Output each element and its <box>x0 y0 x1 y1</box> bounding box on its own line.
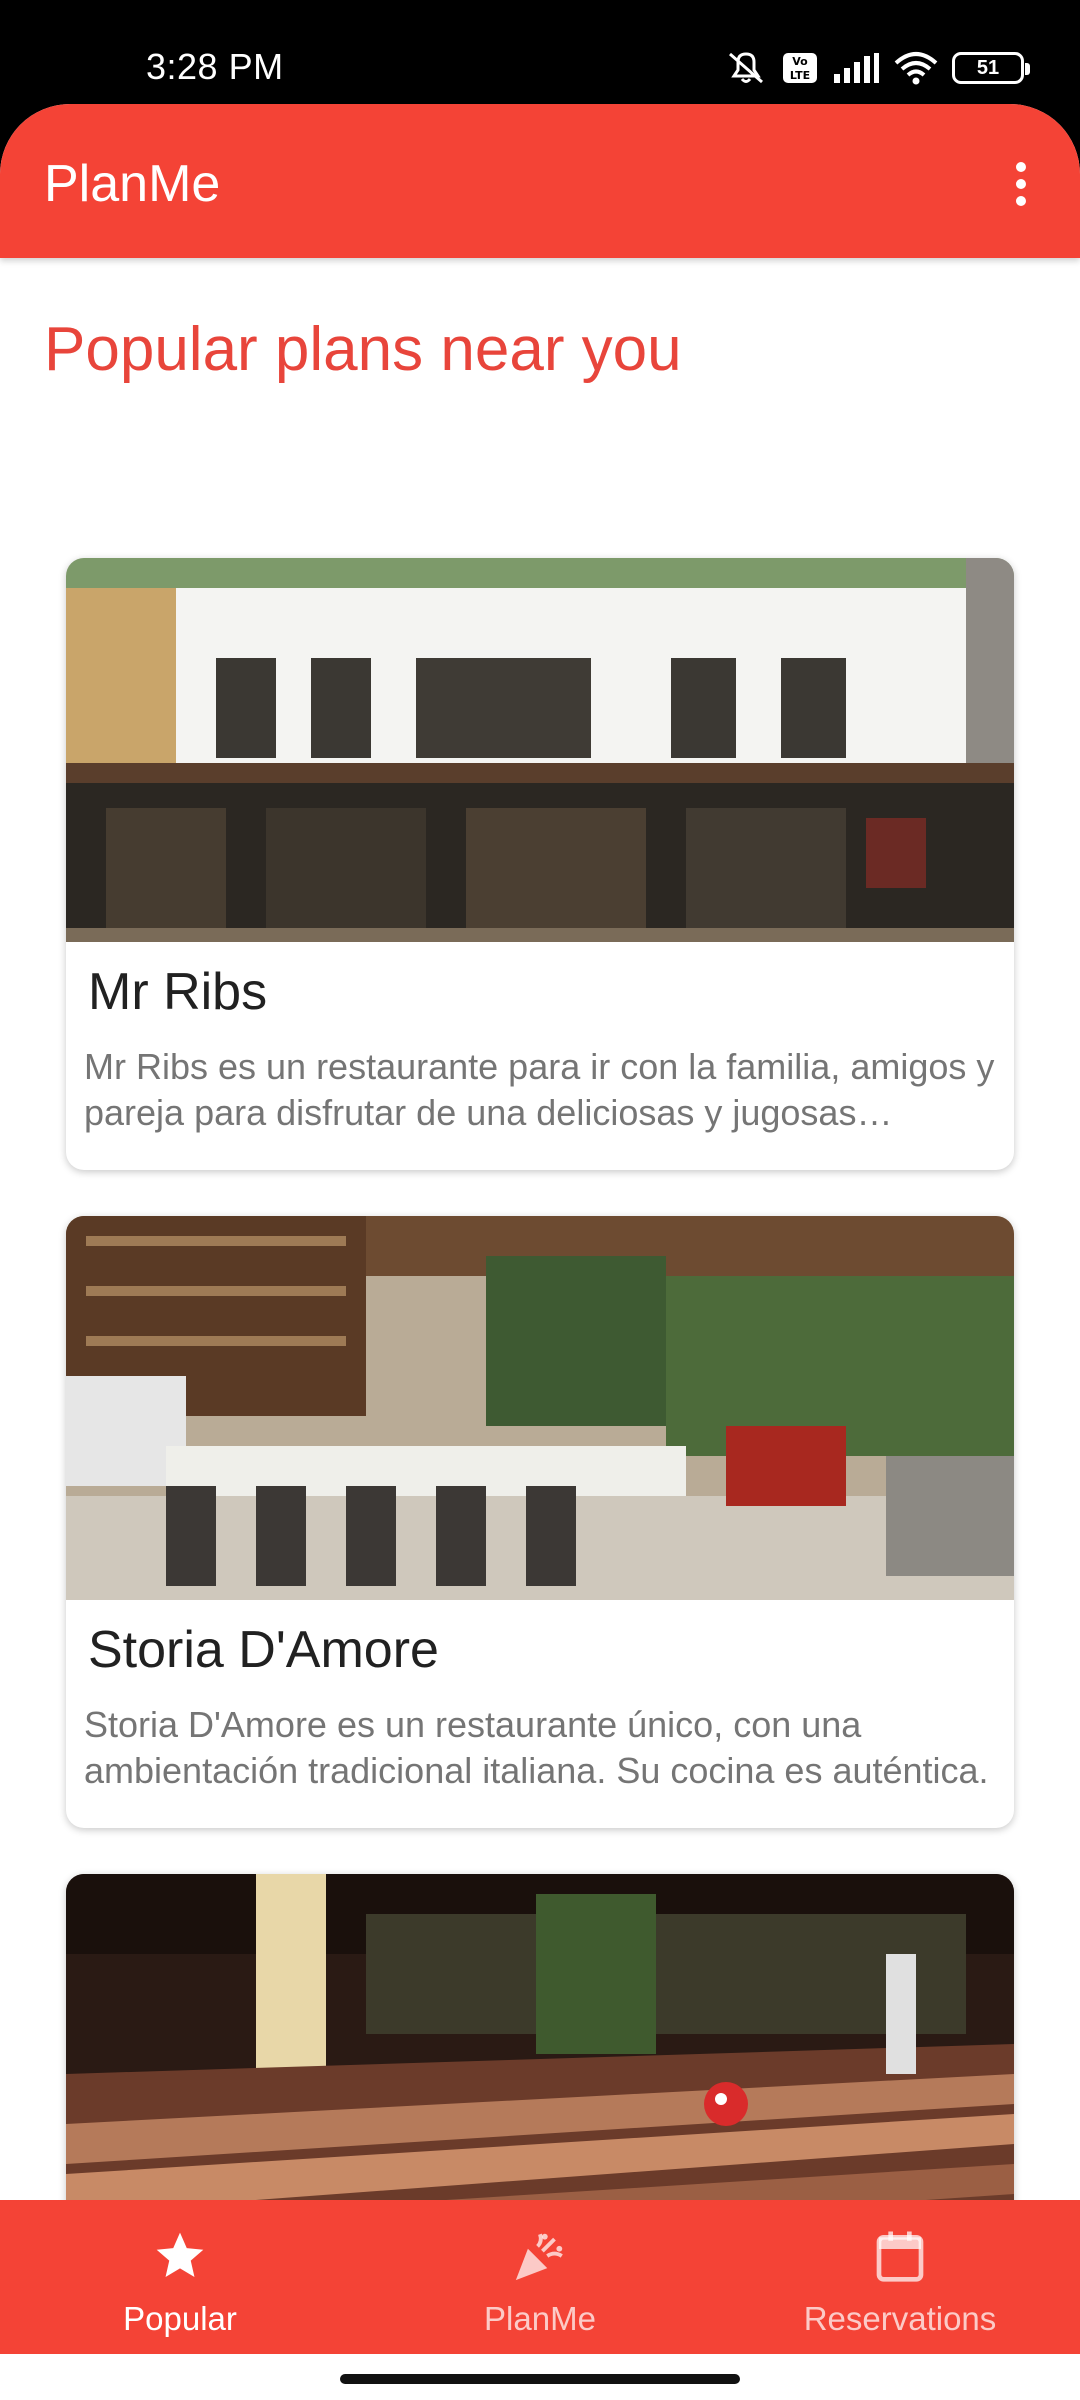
status-time: 3:28 PM <box>146 46 284 87</box>
plan-card[interactable]: Mr Ribs Mr Ribs es un restaurante para i… <box>66 558 1014 1170</box>
nav-label: Popular <box>123 2300 237 2337</box>
plan-card[interactable]: Storia D'Amore Storia D'Amore es un rest… <box>66 1216 1014 1828</box>
status-icons: Vo LTE 51 <box>724 50 1030 86</box>
plan-description: Mr Ribs es un restaurante para ir con la… <box>84 1046 995 1133</box>
plan-image <box>66 1216 1014 1600</box>
battery-icon: 51 <box>952 52 1030 84</box>
battery-level: 51 <box>976 56 1000 79</box>
nav-label: Reservations <box>803 2300 997 2337</box>
svg-text:Vo: Vo <box>792 55 808 68</box>
app-title: PlanMe <box>44 155 221 213</box>
nav-item-popular[interactable]: Popular <box>0 2200 360 2354</box>
calendar-icon <box>870 2226 930 2286</box>
star-icon <box>150 2226 210 2286</box>
main-content[interactable]: Popular plans near you Mr Ribs Mr Ribs e… <box>0 258 1080 2304</box>
wifi-icon <box>894 51 938 85</box>
status-bar: 3:28 PM Vo LTE 51 <box>0 0 1080 110</box>
gesture-area <box>0 2354 1080 2400</box>
plan-title: Storia D'Amore <box>88 1621 439 1679</box>
bottom-navigation: Popular PlanMe Reservations <box>0 2200 1080 2354</box>
plan-title: Mr Ribs <box>88 963 268 1021</box>
svg-text:LTE: LTE <box>790 69 810 82</box>
celebration-icon <box>510 2226 570 2286</box>
app-bar: PlanMe <box>0 104 1080 258</box>
more-vert-icon[interactable] <box>996 154 1046 214</box>
signal-icon <box>832 52 880 84</box>
plan-description: Storia D'Amore es un restaurante único, … <box>84 1704 989 1791</box>
nav-item-planme[interactable]: PlanMe <box>360 2200 720 2354</box>
nav-item-reservations[interactable]: Reservations <box>720 2200 1080 2354</box>
volte-icon: Vo LTE <box>782 52 818 84</box>
app-window: PlanMe Popular plans near you Mr Ribs Mr… <box>0 104 1080 2400</box>
mute-icon <box>724 50 768 86</box>
gesture-handle[interactable] <box>340 2374 740 2384</box>
plan-image <box>66 558 1014 942</box>
nav-label: PlanMe <box>484 2300 596 2337</box>
section-title: Popular plans near you <box>44 315 682 384</box>
